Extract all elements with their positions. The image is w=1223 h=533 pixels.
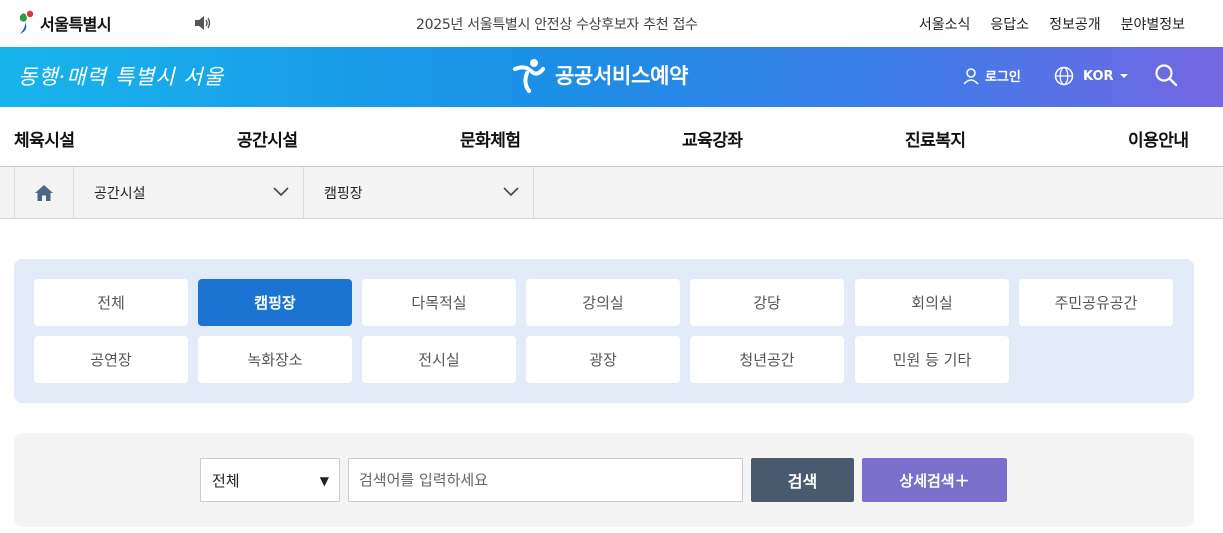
user-icon: [963, 67, 979, 85]
category-filming-location[interactable]: 녹화장소: [198, 336, 352, 383]
top-utility-bar: 서울특별시 2025년 서울특별시 안전상 수상후보자 추천 접수 서울소식 응…: [0, 0, 1223, 47]
category-plaza[interactable]: 광장: [526, 336, 680, 383]
home-button[interactable]: [14, 167, 74, 218]
speaker-icon[interactable]: [194, 15, 212, 31]
search-icon[interactable]: [1154, 63, 1178, 87]
breadcrumb: 공간시설 캠핑장: [0, 167, 1223, 219]
language-selector[interactable]: KOR: [1054, 66, 1129, 86]
login-button[interactable]: 로그인: [962, 66, 1021, 85]
logo-text: 서울특별시: [40, 15, 112, 34]
service-home-link[interactable]: 공공서비스예약: [511, 57, 688, 93]
nav-space-facilities[interactable]: 공간시설: [237, 126, 298, 151]
seoul-logo-icon: [20, 10, 34, 34]
service-title: 공공서비스예약: [555, 64, 689, 88]
service-header: 동행·매력 특별시 서울 공공서비스예약 로그인 KOR: [0, 47, 1223, 107]
category-multipurpose-room[interactable]: 다목적실: [362, 279, 516, 326]
search-panel: 전체 ▼ 검색 상세검색＋: [14, 433, 1194, 527]
category-community-space[interactable]: 주민공유공간: [1019, 279, 1173, 326]
language-label: KOR: [1083, 68, 1114, 84]
search-scope-select[interactable]: 전체 ▼: [200, 458, 340, 502]
seoul-logo[interactable]: 서울특별시: [14, 9, 112, 37]
advanced-search-button[interactable]: 상세검색＋: [862, 458, 1007, 502]
breadcrumb-level1-label: 공간시설: [94, 185, 146, 202]
search-button[interactable]: 검색: [751, 458, 854, 502]
link-eungdapso[interactable]: 응답소: [990, 14, 1029, 34]
search-input[interactable]: [348, 458, 743, 502]
nav-usage-guide[interactable]: 이용안내: [1128, 126, 1189, 151]
category-campsite[interactable]: 캠핑장: [198, 279, 352, 326]
triangle-down-icon: ▼: [319, 474, 329, 488]
utility-links: 서울소식 응답소 정보공개 분야별정보: [919, 14, 1185, 34]
notice-text[interactable]: 2025년 서울특별시 안전상 수상후보자 추천 접수: [416, 14, 698, 34]
link-seoul-news[interactable]: 서울소식: [919, 14, 971, 34]
category-auditorium[interactable]: 강당: [690, 279, 844, 326]
category-youth-space[interactable]: 청년공간: [690, 336, 844, 383]
category-filter-panel: 전체 캠핑장 다목적실 강의실 강당 회의실 주민공유공간 공연장 녹화장소 전…: [14, 259, 1194, 403]
service-logo-icon: [513, 59, 545, 93]
link-info-disclosure[interactable]: 정보공개: [1049, 14, 1101, 34]
category-meeting-room[interactable]: 회의실: [855, 279, 1009, 326]
nav-medical-welfare[interactable]: 진료복지: [905, 126, 966, 151]
category-exhibition-room[interactable]: 전시실: [362, 336, 516, 383]
globe-icon: [1054, 66, 1074, 86]
nav-sports-facilities[interactable]: 체육시설: [14, 126, 75, 151]
breadcrumb-level1-select[interactable]: 공간시설: [74, 167, 304, 218]
category-lecture-room[interactable]: 강의실: [526, 279, 680, 326]
home-icon: [35, 184, 53, 201]
chevron-down-icon: [503, 187, 519, 197]
link-field-info[interactable]: 분야별정보: [1121, 14, 1185, 34]
nav-education-courses[interactable]: 교육강좌: [682, 126, 743, 151]
main-navigation: 체육시설 공간시설 문화체험 교육강좌 진료복지 이용안내: [0, 107, 1223, 167]
chevron-down-icon: [273, 187, 289, 197]
caret-down-icon: [1119, 74, 1128, 78]
login-label: 로그인: [985, 70, 1021, 85]
category-all[interactable]: 전체: [34, 279, 188, 326]
category-performance-hall[interactable]: 공연장: [34, 336, 188, 383]
slogan: 동행·매력 특별시 서울: [18, 65, 224, 89]
breadcrumb-level2-select[interactable]: 캠핑장: [304, 167, 534, 218]
nav-culture-experience[interactable]: 문화체험: [460, 126, 521, 151]
category-other[interactable]: 민원 등 기타: [855, 336, 1009, 383]
breadcrumb-level2-label: 캠핑장: [324, 185, 363, 202]
search-scope-value: 전체: [212, 471, 240, 490]
